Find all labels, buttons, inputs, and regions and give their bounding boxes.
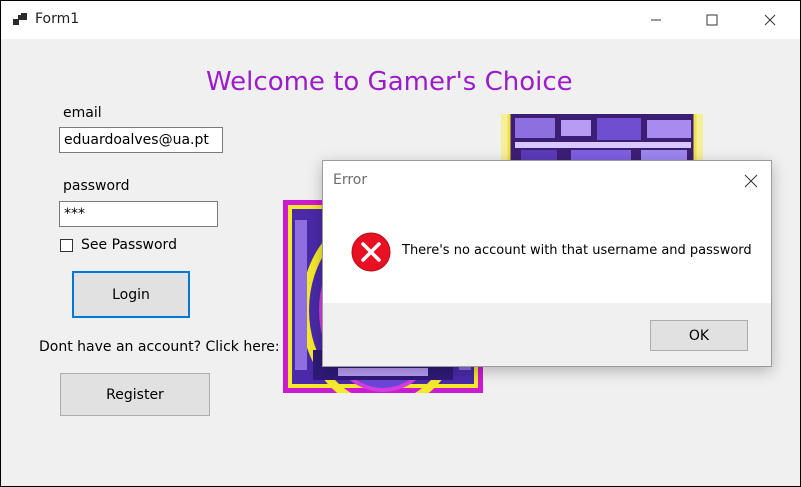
arcade-artwork [507,114,697,164]
login-button[interactable]: Login [72,271,190,318]
close-button[interactable] [747,1,793,39]
error-dialog: Error There's no account with that usern… [322,160,772,367]
maximize-button[interactable] [689,1,735,39]
minimize-button[interactable] [633,1,679,39]
maximize-icon [706,14,718,26]
register-button[interactable]: Register [60,373,210,416]
window-title: Form1 [35,11,80,27]
password-field[interactable] [59,201,218,227]
error-icon [351,232,391,272]
email-label: email [63,105,102,121]
ok-button[interactable]: OK [650,320,748,351]
dialog-footer: OK [323,303,771,366]
password-label: password [63,178,130,194]
app-icon [13,13,27,25]
main-window: Form1 Welcome to Gamer's Choice email pa… [1,1,800,486]
email-field[interactable] [59,127,223,153]
title-bar[interactable]: Form1 [1,1,800,39]
dialog-title: Error [333,172,368,188]
dialog-close-button[interactable] [741,171,761,191]
welcome-heading: Welcome to Gamer's Choice [206,67,573,97]
see-password-label: See Password [81,237,177,253]
see-password-checkbox[interactable] [60,238,73,252]
register-prompt: Dont have an account? Click here: [39,339,280,355]
close-icon [764,14,776,26]
game-image-arcade [501,114,703,164]
dialog-message: There's no account with that username an… [402,243,752,258]
minimize-icon [651,19,661,21]
see-password-toggle[interactable]: See Password [60,237,177,253]
close-icon [744,174,758,188]
